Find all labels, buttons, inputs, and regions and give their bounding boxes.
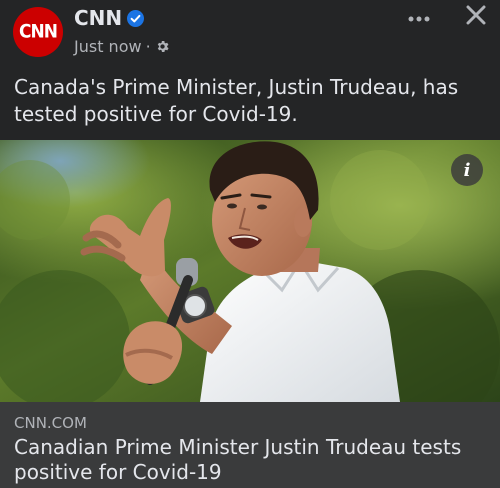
page-name-link[interactable]: CNN xyxy=(74,6,122,30)
close-button[interactable] xyxy=(458,2,494,32)
post-timestamp[interactable]: Just now xyxy=(74,37,142,56)
info-icon: i xyxy=(463,159,471,181)
meta-separator: · xyxy=(145,36,151,56)
post-message: Canada's Prime Minister, Justin Trudeau,… xyxy=(14,75,459,126)
post-header: CNN CNN Just now · xyxy=(0,0,500,66)
more-options-icon xyxy=(407,8,431,27)
close-icon xyxy=(466,5,486,29)
post-meta: Just now · xyxy=(74,35,170,57)
page-name-row: CNN xyxy=(74,4,145,32)
photo-info-button[interactable]: i xyxy=(451,154,483,186)
post-photo[interactable] xyxy=(0,140,500,402)
gear-icon xyxy=(155,39,170,54)
link-preview[interactable]: CNN.COM Canadian Prime Minister Justin T… xyxy=(0,402,500,488)
link-domain: CNN.COM xyxy=(14,414,87,432)
link-title[interactable]: Canadian Prime Minister Justin Trudeau t… xyxy=(14,435,490,485)
facebook-post-card: CNN CNN Just now · Canada's Prime Minist… xyxy=(0,0,500,488)
photo-illustration xyxy=(0,140,500,402)
avatar-logo-text: CNN xyxy=(19,21,58,43)
verified-badge-icon xyxy=(127,9,145,27)
cnn-avatar[interactable]: CNN xyxy=(13,7,63,57)
more-options-button[interactable] xyxy=(402,2,436,32)
